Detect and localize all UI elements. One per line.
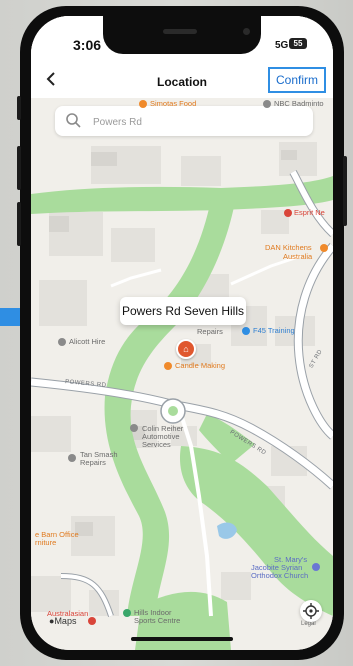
poi-candle-making[interactable]: Candle Making [175,361,225,370]
poi-dan-kitchens-australia[interactable]: Australia [283,252,312,261]
restaurant-icon [139,100,147,108]
sports-icon [123,609,131,617]
home-pin-icon[interactable]: ⌂ [176,339,196,359]
restaurant-icon [320,244,328,252]
poi-dan-kitchens[interactable]: DAN Kitchens [265,243,312,252]
battery-icon: 55 [289,38,307,49]
car-repair-icon [68,454,76,462]
power-button [343,156,347,226]
poi-st-marys-line3: Orthodox Church [251,571,309,580]
poi-colin-reiher-line3: Services [142,440,171,449]
action-button [17,96,21,120]
building-icon [58,338,66,346]
location-callout[interactable]: Powers Rd Seven Hills [120,297,246,336]
nav-bar: Location Confirm [31,66,333,98]
search-icon [65,112,81,133]
badminton-icon [263,100,271,108]
network-label: 5G [275,40,289,51]
poi-hills-indoor-line2: Sports Centre [134,616,181,625]
poi-esprit[interactable]: Esprit Ne [294,208,325,217]
poi-simotas-food[interactable]: Simotas Food [150,99,196,108]
poi-nbc-badminton[interactable]: NBC Badminto [274,99,324,108]
location-target-icon[interactable] [300,600,322,622]
camera-dot [243,28,250,35]
search-bar[interactable] [55,106,313,138]
volume-up-button [17,146,21,190]
fitness-icon [242,327,250,335]
shop-icon [284,209,292,217]
speaker-grille [163,29,197,34]
poi-tan-smash-line2: Repairs [80,458,106,467]
search-input[interactable] [91,106,305,138]
confirm-button[interactable]: Confirm [268,67,326,93]
church-icon [312,563,320,571]
status-time: 3:06 [73,37,102,53]
shop-icon [88,617,96,625]
volume-down-button [17,202,21,246]
car-repair-icon [130,424,138,432]
callout-title: Powers Rd Seven Hills [121,304,245,318]
craft-icon [164,362,172,370]
poi-barn-office-line2: rniture [35,538,57,547]
poi-f45-training[interactable]: F45 Training [253,326,295,335]
maps-attribution: ●Maps [49,616,76,626]
phone-screen: 3:06 5G 55 Location Confirm Simotas Food… [31,16,333,650]
poi-repairs[interactable]: Repairs [197,327,223,336]
home-indicator[interactable] [131,637,233,641]
poi-alicott-hire[interactable]: Alicott Hire [69,337,105,346]
maps-attribution-label: Maps [54,616,77,626]
dynamic-island [103,16,261,54]
phone-frame: 3:06 5G 55 Location Confirm Simotas Food… [17,6,347,660]
